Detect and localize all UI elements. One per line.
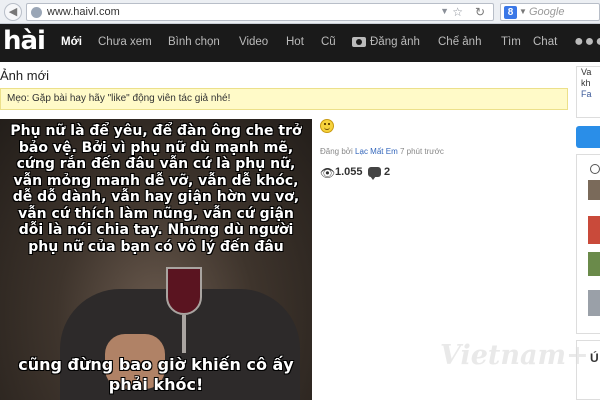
sidebar-smile-icon [590, 164, 600, 174]
camera-icon [352, 37, 366, 47]
nav-dang-anh[interactable]: Đăng ảnh [370, 36, 420, 48]
time-ago: 7 phút trước [397, 147, 444, 156]
nav-cu[interactable]: Cũ [321, 36, 336, 48]
tip-text: Mẹo: Gặp bài hay hãy "like" động viên tá… [7, 93, 230, 104]
search-box[interactable]: 8 ▼ Google [500, 3, 600, 21]
sidebar-thumbnail[interactable] [588, 252, 600, 276]
nav-che-anh[interactable]: Chế ảnh [438, 36, 481, 48]
tip-label: Mẹo: [7, 93, 30, 104]
nav-binh-chon[interactable]: Bình chọn [168, 36, 220, 48]
post-caption-top: Phụ nữ là để yêu, để đàn ông che trở bảo… [10, 123, 302, 255]
sidebar-panel-2 [576, 340, 600, 400]
posted-by: Đăng bởi Lạc Mất Em 7 phút trước [320, 147, 444, 156]
nav-chat[interactable]: Chat [533, 36, 557, 48]
tip-message: Gặp bài hay hãy "like" động viên tác giả… [29, 93, 231, 104]
wine-glass-shape [166, 267, 202, 315]
glass-stem-shape [182, 315, 186, 353]
bottom-strip [0, 393, 312, 400]
sidebar-line-1: Va [581, 67, 592, 77]
nav-video[interactable]: Video [239, 36, 268, 48]
globe-icon [31, 7, 42, 18]
browser-toolbar: ◀ www.haivl.com ▼ ☆ ↻ 8 ▼ Google [0, 0, 600, 24]
comment-icon[interactable] [368, 167, 381, 180]
bookmark-star-icon[interactable]: ☆ [452, 5, 463, 19]
site-logo[interactable]: hài [3, 26, 46, 56]
sidebar-line-3[interactable]: Fa [581, 89, 600, 100]
view-count: 1.055 [335, 166, 363, 178]
back-arrow-icon[interactable]: ◀ [4, 3, 22, 21]
nav-moi[interactable]: Mới [61, 36, 82, 48]
page-title: Ảnh mới [0, 68, 49, 83]
tip-bar: Mẹo: Gặp bài hay hãy "like" động viên tá… [0, 88, 568, 110]
dropdown-arrow-icon[interactable]: ▼ [440, 6, 449, 16]
eye-icon: 👁 [320, 166, 336, 180]
more-icon[interactable]: ●●● [574, 33, 600, 51]
sidebar-button[interactable] [576, 126, 600, 148]
reload-icon[interactable]: ↻ [475, 5, 485, 19]
google-icon[interactable]: 8 [504, 6, 517, 19]
sidebar-login-box: Va kh Fa [576, 66, 600, 118]
address-bar[interactable]: www.haivl.com ▼ ☆ ↻ [26, 3, 494, 21]
sidebar-section-title: Ú [590, 351, 599, 365]
author-link[interactable]: Lạc Mất Em [355, 147, 398, 156]
site-header: hài Mới Chưa xem Bình chọn Video Hot Cũ … [0, 24, 600, 62]
comment-count[interactable]: 2 [384, 166, 390, 178]
url-text[interactable]: www.haivl.com [47, 6, 120, 18]
sidebar-thumbnail[interactable] [588, 180, 600, 200]
nav-chua-xem[interactable]: Chưa xem [98, 36, 152, 48]
smile-icon[interactable] [320, 119, 334, 133]
posted-by-prefix: Đăng bởi [320, 147, 356, 156]
search-engine-dropdown-icon[interactable]: ▼ [519, 7, 527, 16]
nav-hot[interactable]: Hot [286, 36, 304, 48]
post-image[interactable]: Phụ nữ là để yêu, để đàn ông che trở bảo… [0, 119, 312, 400]
sidebar-thumbnail[interactable] [588, 290, 600, 316]
post-caption-bottom: cũng đừng bao giờ khiến cô ấy phải khóc! [18, 355, 294, 394]
sidebar-thumbnail[interactable] [588, 216, 600, 244]
search-placeholder[interactable]: Google [529, 6, 564, 18]
sidebar-line-2: kh [581, 78, 591, 88]
nav-tim[interactable]: Tìm [501, 36, 521, 48]
watermark: Vietnam+ [440, 340, 589, 371]
